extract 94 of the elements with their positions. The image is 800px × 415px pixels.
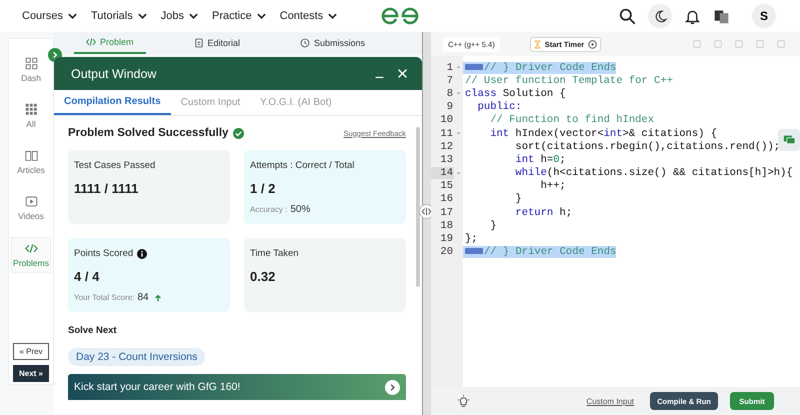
line-number: 1 — [446, 62, 454, 74]
code-line: public: — [476, 101, 522, 114]
nav-menu[interactable]: Contests — [280, 10, 338, 22]
avatar[interactable]: S — [752, 4, 776, 28]
status-text: Problem Solved Successfully — [68, 127, 228, 139]
card-title: Attempts : Correct / Total — [250, 160, 354, 171]
book-icon — [24, 149, 38, 162]
next-button[interactable]: Next » — [13, 365, 49, 382]
code-line: } — [514, 193, 522, 206]
code-icon — [86, 37, 96, 47]
note-label: Accuracy : — [250, 205, 288, 214]
fold-arrow-icon[interactable] — [456, 131, 461, 136]
problem-tab[interactable]: Problem — [74, 32, 146, 54]
line-number: 8 — [446, 88, 454, 100]
card-value: 1 / 2 — [250, 181, 276, 196]
line-number: 15 — [439, 180, 454, 192]
section-heading: Solve Next — [68, 325, 118, 336]
lightbulb-icon[interactable] — [457, 394, 470, 408]
line-number: 12 — [439, 140, 454, 153]
card-title: Time Taken — [250, 248, 299, 259]
nav-menu[interactable]: Jobs — [160, 10, 198, 22]
chevron-down-icon — [328, 13, 338, 19]
code-line: // User function Template for C++ — [464, 74, 673, 87]
code-line: int h=0; — [514, 154, 566, 166]
check-circle-icon — [233, 128, 244, 138]
chevron-down-icon — [189, 13, 198, 19]
code-line: return h; — [514, 206, 572, 219]
grid-icon — [24, 57, 38, 70]
chevron-down-icon — [68, 13, 77, 19]
line-number: 17 — [439, 206, 454, 219]
search-icon[interactable] — [619, 8, 636, 24]
line-number: 18 — [439, 220, 454, 232]
translate-icon[interactable] — [713, 8, 730, 24]
sidebar-item[interactable]: Problems — [11, 237, 51, 273]
line-number: 19 — [439, 233, 454, 246]
arrow-right-icon[interactable] — [385, 380, 400, 394]
moon-icon[interactable] — [648, 4, 672, 28]
document-icon — [194, 38, 204, 48]
card-value: 1111 / 1111 — [74, 181, 140, 196]
sidebar-item[interactable]: Videos — [11, 191, 51, 225]
card-title: Test Cases Passed — [74, 160, 156, 171]
line-number: 7 — [446, 74, 454, 87]
code-line: int hIndex(vector<int>& citations) { — [489, 128, 718, 140]
code-line: h++; — [540, 180, 566, 192]
problem-tab[interactable]: Editorial — [182, 32, 252, 54]
custom-input-link[interactable]: Custom Input — [586, 396, 634, 406]
scrollbar[interactable] — [416, 127, 420, 287]
info-icon[interactable] — [137, 248, 148, 258]
window-title: Output Window — [71, 66, 158, 80]
note-label: Your Total Score: — [74, 293, 134, 302]
fold-arrow-icon[interactable] — [456, 65, 461, 70]
hourglass-icon — [534, 40, 541, 48]
code-icon — [24, 242, 38, 255]
logo-icon[interactable] — [380, 5, 420, 25]
line-number: 11 — [439, 128, 454, 140]
banner-text: Kick start your career with GfG 160! — [74, 381, 242, 393]
play-icon — [588, 40, 598, 48]
line-number: 9 — [446, 101, 454, 114]
line-number: 13 — [439, 154, 454, 166]
line-number: 10 — [439, 114, 454, 126]
line-number: 20 — [439, 246, 454, 258]
chevron-down-icon — [138, 13, 147, 19]
sidebar-item[interactable]: All — [11, 99, 51, 133]
code-line: // Function to find hIndex — [489, 114, 654, 126]
nav-menu[interactable]: Tutorials — [90, 10, 147, 22]
code-line: sort(citations.rbegin(),citations.rend()); — [514, 140, 780, 153]
dots-grid-icon — [24, 103, 38, 116]
play-icon — [24, 195, 38, 208]
card-value: 4 / 4 — [74, 269, 100, 284]
close-icon[interactable] — [397, 68, 408, 79]
card-value: 0.32 — [250, 269, 276, 284]
problem-tab[interactable]: Submissions — [288, 32, 378, 54]
clock-icon — [300, 38, 310, 48]
card-title: Points Scored — [74, 248, 134, 259]
note-value: 50% — [290, 204, 310, 215]
sidebar-item[interactable]: Articles — [11, 145, 51, 179]
nav-menu[interactable]: Practice — [212, 10, 266, 22]
chevron-down-icon — [256, 13, 266, 19]
next-problem-chip[interactable]: Day 23 - Count Inversions — [68, 348, 206, 366]
prev-button[interactable]: « Prev — [13, 343, 49, 360]
line-number: 14 — [431, 167, 454, 180]
note-value: 84 — [137, 292, 149, 303]
code-line: }; — [464, 233, 478, 246]
sidebar-item[interactable]: Dash — [11, 53, 51, 87]
fold-arrow-icon[interactable] — [456, 170, 461, 176]
chat-icon[interactable] — [778, 127, 800, 153]
code-line: } — [489, 220, 497, 232]
line-number: 16 — [439, 193, 454, 206]
fold-arrow-icon[interactable] — [456, 91, 461, 96]
code-line: while(h<citations.size() && citations[h]>h){ — [514, 167, 793, 180]
promo-banner[interactable]: Kick start your career with GfG 160! — [68, 374, 406, 400]
nav-menu[interactable]: Courses — [22, 10, 77, 22]
output-tab[interactable]: Compilation Results — [54, 90, 171, 115]
code-line: class Solution { — [464, 88, 566, 100]
